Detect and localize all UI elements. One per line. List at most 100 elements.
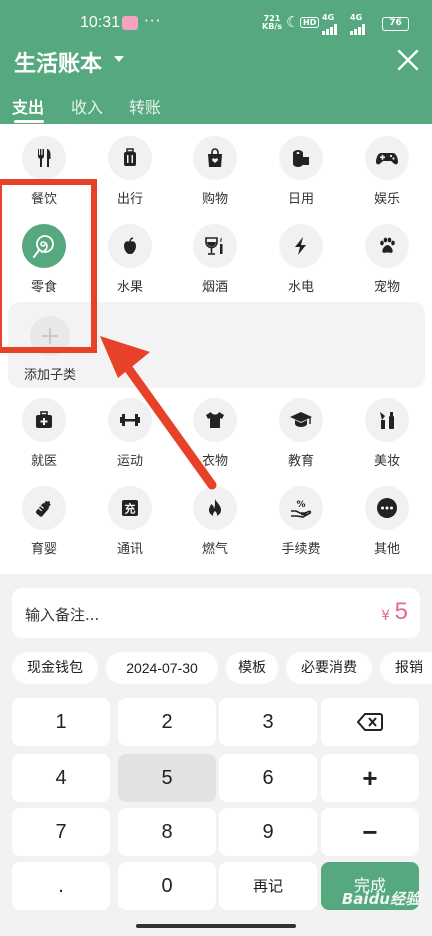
svg-text:%: % — [296, 500, 305, 510]
cosmetics-icon — [365, 398, 409, 442]
suitcase-icon — [108, 136, 152, 180]
key-2[interactable]: 2 — [118, 698, 216, 746]
category-tobacco-alcohol[interactable]: 烟酒 — [172, 224, 258, 295]
category-label: 燃气 — [201, 542, 228, 557]
add-subcategory-label: 添加子类 — [23, 368, 76, 383]
template-chip[interactable]: 模板 — [226, 652, 278, 684]
category-label: 教育 — [287, 454, 314, 469]
caret-down-icon[interactable] — [114, 56, 124, 62]
category-label: 通讯 — [116, 542, 143, 557]
category-label: 衣物 — [201, 454, 228, 469]
wine-glass-icon — [193, 224, 237, 268]
category-education[interactable]: 教育 — [258, 398, 344, 469]
lightning-icon — [279, 224, 323, 268]
category-other[interactable]: 其他 — [344, 486, 430, 557]
wallet-chip[interactable]: 现金钱包 — [12, 652, 98, 684]
category-label: 其他 — [373, 542, 400, 557]
option-chips: 现金钱包 2024-07-30 模板 必要消费 报销 — [12, 652, 432, 684]
note-placeholder: 输入备注... — [25, 606, 100, 624]
category-label: 娱乐 — [373, 192, 400, 207]
category-gas[interactable]: 燃气 — [172, 486, 258, 557]
category-baby[interactable]: 育婴 — [1, 486, 87, 557]
toilet-roll-icon — [279, 136, 323, 180]
type-tabs: 支出 收入 转账 — [0, 94, 432, 124]
dumbbell-icon — [108, 398, 152, 442]
dnd-moon-icon: ☾ — [286, 13, 300, 31]
category-cosmetics[interactable]: 美妆 — [344, 398, 430, 469]
fork-knife-icon — [22, 136, 66, 180]
baby-bottle-icon — [22, 486, 66, 530]
tab-indicator — [14, 120, 44, 123]
key-3[interactable]: 3 — [219, 698, 317, 746]
key-9[interactable]: 9 — [219, 808, 317, 856]
status-bar: 10:31 ··· 721 KB/s ☾ HD 4G 4G 76 — [0, 12, 432, 36]
category-label: 水电 — [287, 280, 314, 295]
graduation-cap-icon — [279, 398, 323, 442]
category-telecom[interactable]: 充 通讯 — [87, 486, 173, 557]
shopping-bag-icon — [193, 136, 237, 180]
category-label: 宠物 — [373, 280, 400, 295]
category-label: 烟酒 — [201, 280, 228, 295]
status-time: 10:31 — [80, 14, 121, 31]
plus-button[interactable]: + — [321, 754, 419, 802]
category-label: 水果 — [116, 280, 143, 295]
key-7[interactable]: 7 — [12, 808, 110, 856]
currency-symbol: ¥ — [381, 608, 390, 624]
category-medical[interactable]: 就医 — [1, 398, 87, 469]
more-notifications-icon: ··· — [144, 12, 162, 30]
category-label: 美妆 — [373, 454, 400, 469]
baidu-watermark: Baidu经验 — [341, 890, 420, 908]
category-daily[interactable]: 日用 — [258, 136, 344, 207]
category-fees[interactable]: % 手续费 — [258, 486, 344, 557]
app-notification-icon — [122, 16, 138, 30]
key-dot[interactable]: . — [12, 862, 110, 910]
svg-text:充: 充 — [125, 502, 136, 516]
category-fruit[interactable]: 水果 — [87, 224, 173, 295]
fee-hand-icon: % — [279, 486, 323, 530]
annotation-highlight-box — [0, 179, 97, 353]
home-indicator[interactable] — [136, 924, 296, 928]
category-label: 购物 — [201, 192, 228, 207]
tab-transfer[interactable]: 转账 — [129, 94, 161, 118]
category-label: 就医 — [30, 454, 57, 469]
paw-icon — [365, 224, 409, 268]
key-5[interactable]: 5 — [118, 754, 216, 802]
category-label: 出行 — [116, 192, 143, 207]
gamepad-icon — [365, 136, 409, 180]
category-travel[interactable]: 出行 — [87, 136, 173, 207]
key-8[interactable]: 8 — [118, 808, 216, 856]
note-field[interactable]: 输入备注... ¥ 5 — [12, 588, 420, 638]
apple-icon — [108, 224, 152, 268]
category-label: 育婴 — [30, 542, 57, 557]
reimburse-chip[interactable]: 报销 — [380, 652, 432, 684]
necessity-chip[interactable]: 必要消费 — [286, 652, 372, 684]
key-6[interactable]: 6 — [219, 754, 317, 802]
category-entertainment[interactable]: 娱乐 — [344, 136, 430, 207]
record-again-button[interactable]: 再记 — [219, 862, 317, 910]
backspace-icon — [356, 713, 383, 731]
close-icon[interactable] — [394, 46, 422, 74]
date-chip[interactable]: 2024-07-30 — [106, 652, 218, 684]
category-shopping[interactable]: 购物 — [172, 136, 258, 207]
key-1[interactable]: 1 — [12, 698, 110, 746]
minus-button[interactable]: − — [321, 808, 419, 856]
category-pets[interactable]: 宠物 — [344, 224, 430, 295]
backspace-button[interactable] — [321, 698, 419, 746]
category-label: 日用 — [287, 192, 314, 207]
category-sports[interactable]: 运动 — [87, 398, 173, 469]
category-label: 手续费 — [281, 542, 321, 557]
category-clothing[interactable]: 衣物 — [172, 398, 258, 469]
tshirt-icon — [193, 398, 237, 442]
charge-icon: 充 — [108, 486, 152, 530]
more-icon — [365, 486, 409, 530]
key-0[interactable]: 0 — [118, 862, 216, 910]
flame-icon — [193, 486, 237, 530]
hd-badge: HD — [300, 17, 320, 28]
page-title[interactable]: 生活账本 — [14, 46, 102, 78]
tab-expense[interactable]: 支出 — [12, 94, 44, 118]
app-header: 10:31 ··· 721 KB/s ☾ HD 4G 4G 76 生活账本 支出… — [0, 0, 432, 124]
tab-income[interactable]: 收入 — [71, 94, 103, 118]
amount-display: 5 — [394, 598, 408, 625]
category-utilities[interactable]: 水电 — [258, 224, 344, 295]
key-4[interactable]: 4 — [12, 754, 110, 802]
